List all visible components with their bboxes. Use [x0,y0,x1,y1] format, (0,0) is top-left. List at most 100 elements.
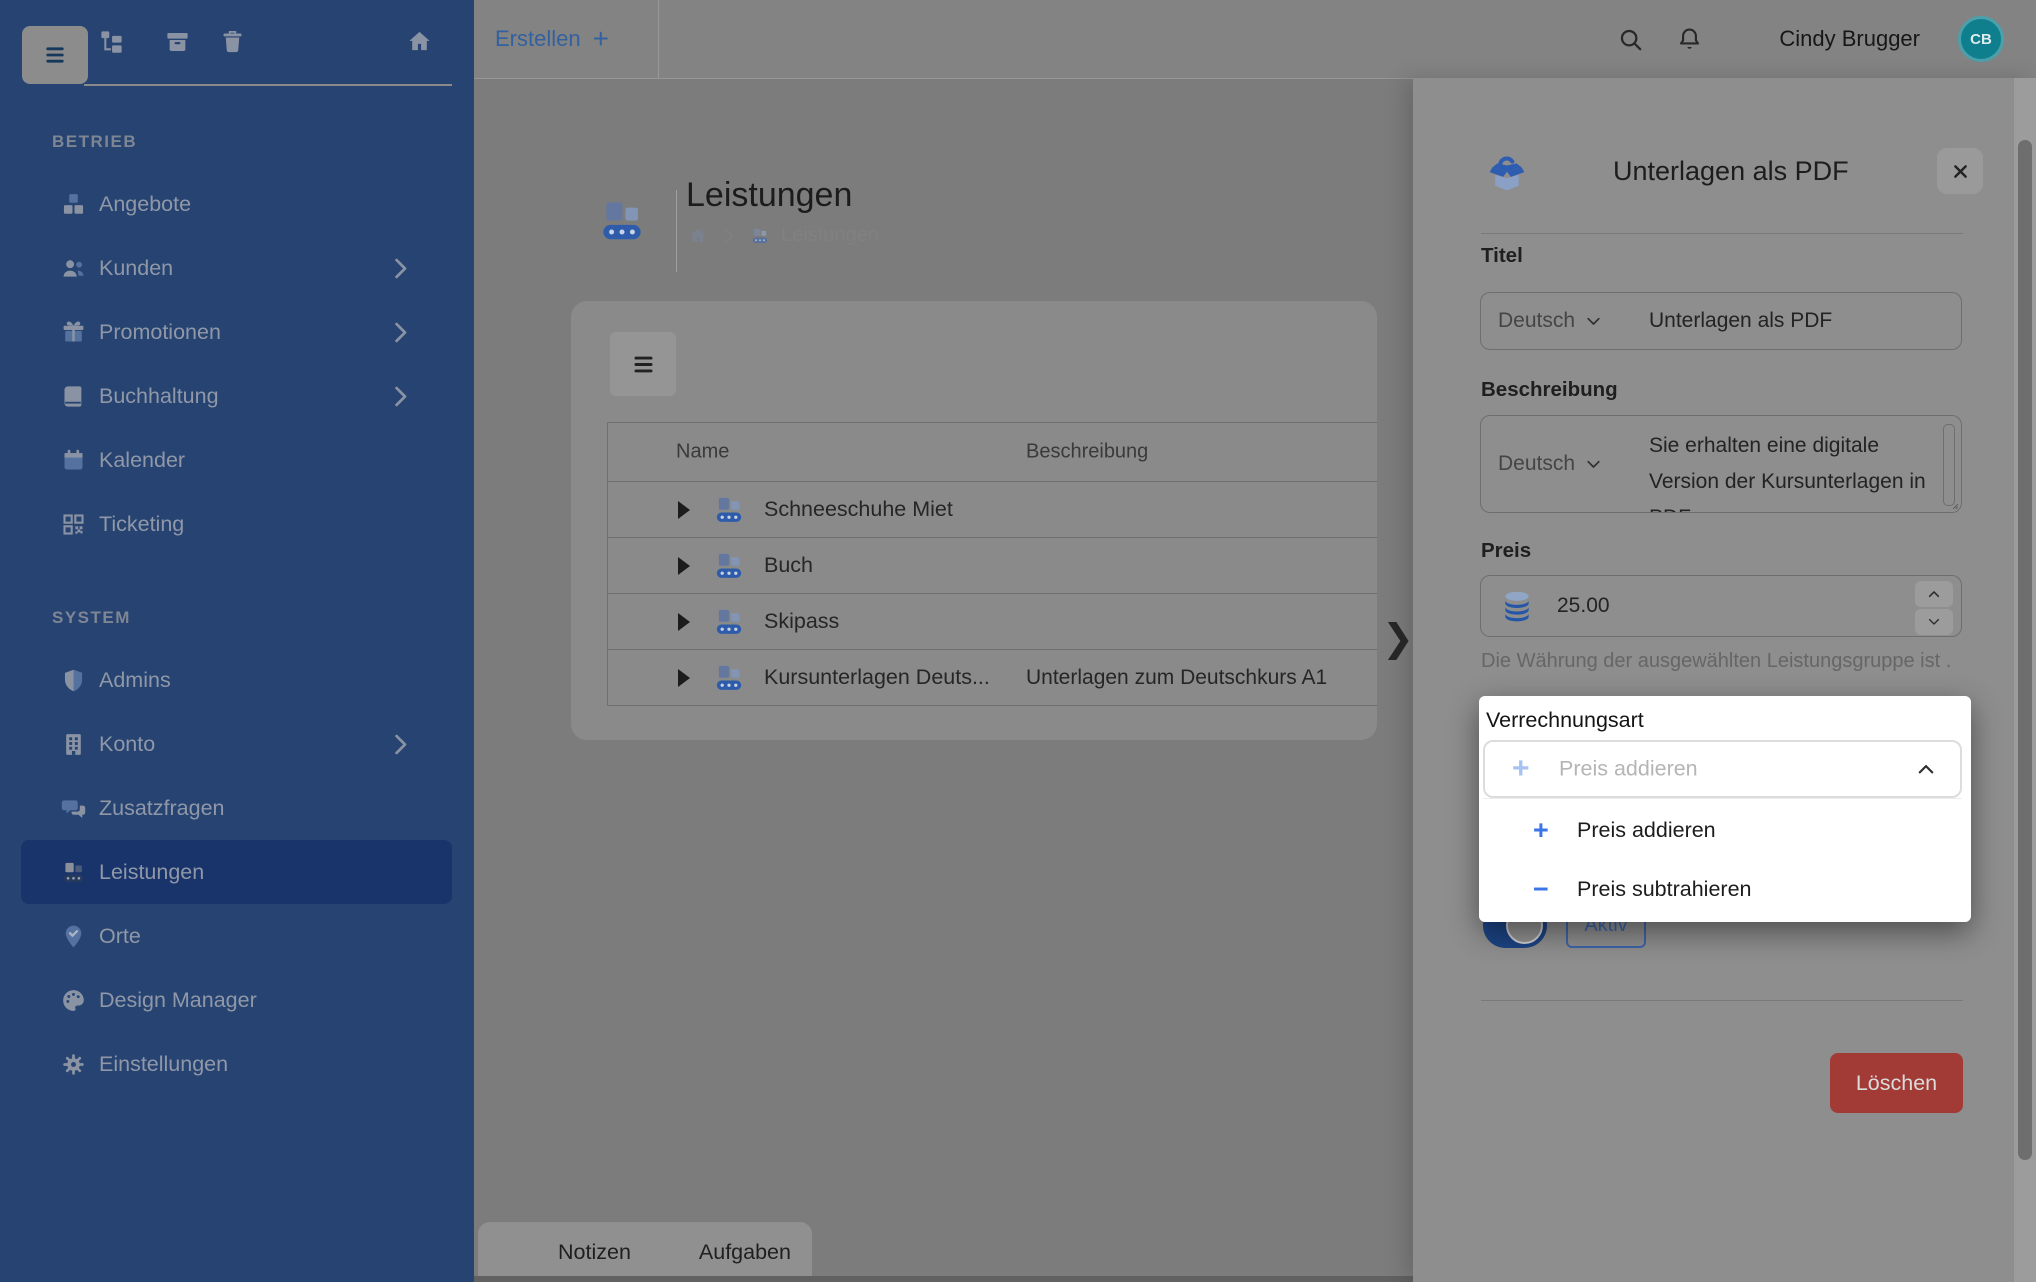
tab-aufgaben[interactable]: Aufgaben [665,1240,825,1265]
qr-ticket-icon [60,511,87,538]
row-name: Buch [764,553,813,578]
sidebar-section-betrieb: BETRIEB [0,132,474,152]
cubes-icon [60,191,87,218]
table-menu-button[interactable] [610,332,676,396]
beschreibung-value[interactable]: Sie erhalten eine digitale Version der K… [1649,416,1931,512]
tree-view-icon[interactable] [98,29,125,56]
sidebar-item-zusatzfragen[interactable]: Zusatzfragen [21,776,452,840]
titel-value[interactable]: Unterlagen als PDF [1649,309,1832,333]
table-card: Name Beschreibung Schneeschuhe Miet Buch [571,301,1377,740]
breadcrumb-conveyor-icon [750,226,770,246]
topbar: Erstellen + Cindy Brugger CB [474,0,2036,79]
language-value: Deutsch [1498,452,1575,476]
sidebar-item-angebote[interactable]: Angebote [21,172,452,236]
sidebar-item-design-manager[interactable]: Design Manager [21,968,452,1032]
bottom-tabs-bar: Notizen Aufgaben [478,1222,812,1282]
drawer-scrollbar-thumb[interactable] [2018,140,2032,1160]
gear-icon [60,1051,87,1078]
header-divider [676,190,677,272]
sidebar-item-label: Kunden [99,256,173,281]
sidebar-item-label: Einstellungen [99,1052,228,1077]
chevron-right-icon [387,731,414,758]
language-select[interactable]: Deutsch [1498,309,1602,333]
breadcrumb-home-icon[interactable] [688,226,708,246]
archive-icon[interactable] [164,29,191,56]
sidebar-item-label: Ticketing [99,512,184,537]
main-content: Leistungen Leistungen Name Beschreibung … [474,78,1413,1282]
sidebar-item-kunden[interactable]: Kunden [21,236,452,300]
sidebar-item-label: Angebote [99,192,191,217]
search-icon[interactable] [1617,26,1644,53]
create-button[interactable]: Erstellen + [474,0,659,78]
avatar[interactable]: CB [1958,16,2004,62]
notifications-bell-icon[interactable] [1676,26,1703,53]
close-button[interactable] [1937,148,1983,194]
stepper-down-button[interactable] [1915,609,1953,635]
divider [1481,1000,1963,1001]
tab-notizen[interactable]: Notizen [524,1240,665,1265]
language-select[interactable]: Deutsch [1498,452,1602,476]
sidebar-collapse-button[interactable] [22,26,88,84]
resize-grip-icon[interactable] [1945,496,1959,510]
sidebar-item-promotionen[interactable]: Promotionen [21,300,452,364]
sidebar-item-einstellungen[interactable]: Einstellungen [21,1032,452,1096]
sidebar-item-label: Kalender [99,448,185,473]
stepper-up-button[interactable] [1915,581,1953,607]
breadcrumb-current[interactable]: Leistungen [781,224,879,247]
home-icon[interactable] [406,29,433,56]
calendar-icon [60,447,87,474]
gift-icon [60,319,87,346]
create-label: Erstellen [495,26,581,52]
sidebar-item-label: Promotionen [99,320,221,345]
option-preis-subtrahieren[interactable]: − Preis subtrahieren [1483,862,1962,917]
expand-caret-icon[interactable] [678,557,690,575]
verrechnungsart-select[interactable]: + Preis addieren [1483,740,1962,798]
chevron-down-icon [1927,615,1941,629]
titel-field[interactable]: Deutsch Unterlagen als PDF [1480,292,1962,350]
row-name: Skipass [764,609,839,634]
table-row[interactable]: Buch [608,538,1377,594]
plus-icon: + [593,23,609,55]
expand-caret-icon[interactable] [678,613,690,631]
sidebar-item-label: Konto [99,732,155,757]
trash-icon[interactable] [219,29,246,56]
book-icon [60,383,87,410]
user-name[interactable]: Cindy Brugger [1779,26,1920,52]
sidebar-item-buchhaltung[interactable]: Buchhaltung [21,364,452,428]
sidebar-item-admins[interactable]: Admins [21,648,452,712]
chevron-up-icon [1916,759,1936,779]
detail-drawer: Unterlagen als PDF Titel Deutsch Unterla… [1413,78,2036,1282]
sidebar-item-kalender[interactable]: Kalender [21,428,452,492]
breadcrumb: Leistungen [688,224,879,247]
expand-caret-icon[interactable] [678,501,690,519]
avatar-initials: CB [1970,31,1992,48]
beschreibung-field[interactable]: Deutsch Sie erhalten eine digitale Versi… [1480,415,1962,513]
select-placeholder: Preis addieren [1559,757,1698,782]
plus-icon: + [1512,754,1530,784]
preis-value[interactable]: 25.00 [1557,594,1610,618]
preis-field[interactable]: 25.00 [1480,575,1962,637]
sidebar-item-orte[interactable]: Orte [21,904,452,968]
delete-button[interactable]: Löschen [1830,1053,1963,1113]
option-preis-addieren[interactable]: + Preis addieren [1483,803,1962,858]
conveyor-icon [60,859,87,886]
map-pin-icon [60,923,87,950]
palette-icon [60,987,87,1014]
coins-icon [1497,586,1537,626]
page-title: Leistungen [686,176,852,215]
verrechnungsart-label: Verrechnungsart [1486,708,1644,733]
sidebar-item-ticketing[interactable]: Ticketing [21,492,452,556]
chevron-right-icon [387,383,414,410]
shield-icon [60,667,87,694]
sidebar-item-leistungen[interactable]: Leistungen [21,840,452,904]
table-row[interactable]: Skipass [608,594,1377,650]
sidebar: BETRIEB Angebote Kunden Promotionen Buch… [0,0,474,1282]
table-row[interactable]: Kursunterlagen Deuts... Unterlagen zum D… [608,650,1377,706]
expand-caret-icon[interactable] [678,669,690,687]
drawer-collapse-handle[interactable]: ❯ [1376,612,1420,664]
sidebar-item-konto[interactable]: Konto [21,712,452,776]
row-description: Unterlagen zum Deutschkurs A1 [1026,650,1327,705]
table-row[interactable]: Schneeschuhe Miet [608,482,1377,538]
verrechnungsart-dropdown: Verrechnungsart + Preis addieren + Preis… [1479,696,1971,922]
textarea-scrollbar[interactable] [1943,424,1955,506]
